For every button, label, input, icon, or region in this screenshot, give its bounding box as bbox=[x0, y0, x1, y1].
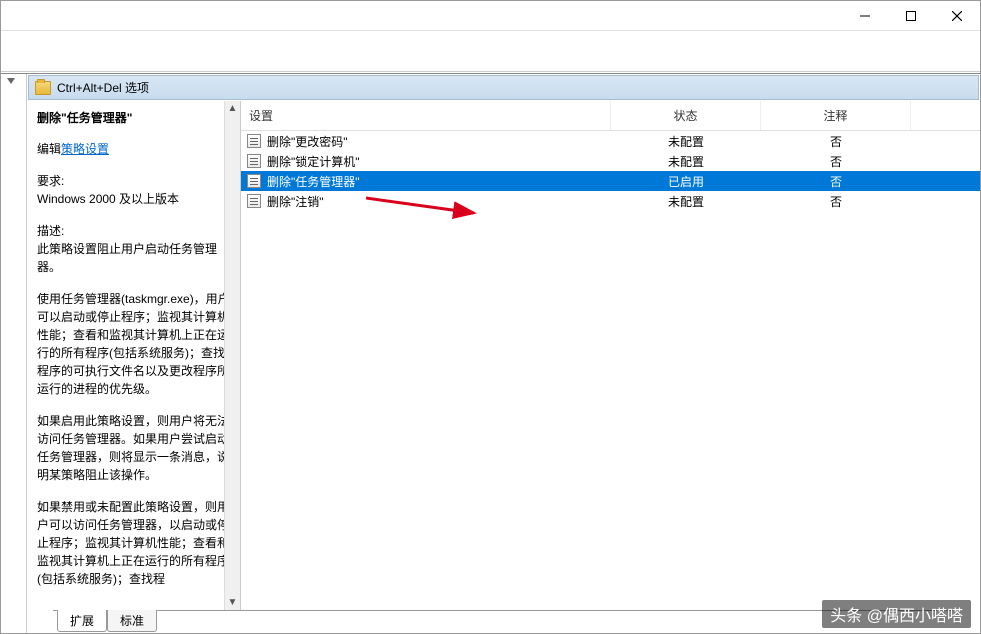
policy-row[interactable]: 删除"注销" 未配置否 bbox=[241, 191, 980, 211]
tab-extended[interactable]: 扩展 bbox=[57, 610, 107, 632]
policy-label: 删除"注销" bbox=[267, 193, 324, 210]
policy-list-pane: 设置 状态 注释 删除"更改密码"未配置否删除"锁定计算机"未配置否删除"任务管… bbox=[241, 101, 980, 610]
policy-row[interactable]: 删除"任务管理器" 已启用否 bbox=[241, 171, 980, 191]
col-state[interactable]: 状态 bbox=[611, 101, 761, 130]
content-area: Ctrl+Alt+Del 选项 删除"任务管理器" 编辑策略设置 要求: Win… bbox=[1, 73, 980, 633]
policy-note: 否 bbox=[761, 153, 911, 170]
col-note[interactable]: 注释 bbox=[761, 101, 911, 130]
policy-note: 否 bbox=[761, 133, 911, 150]
policy-title: 删除"任务管理器" bbox=[37, 109, 230, 126]
window-frame: Ctrl+Alt+Del 选项 删除"任务管理器" 编辑策略设置 要求: Win… bbox=[0, 0, 981, 634]
scroll-up-icon[interactable]: ▲ bbox=[228, 101, 238, 116]
policy-note: 否 bbox=[761, 193, 911, 210]
toolbar-area bbox=[1, 31, 980, 72]
policy-state: 已启用 bbox=[611, 173, 761, 190]
watermark: 头条 @偶西小嗒嗒 bbox=[822, 600, 971, 628]
scroll-down-icon[interactable]: ▼ bbox=[228, 595, 238, 610]
minimize-button[interactable] bbox=[842, 1, 888, 31]
policy-state: 未配置 bbox=[611, 153, 761, 170]
edit-label: 编辑 bbox=[37, 142, 61, 156]
edit-policy-link[interactable]: 策略设置 bbox=[61, 142, 109, 156]
description-p1: 此策略设置阻止用户启动任务管理器。 bbox=[37, 240, 230, 276]
policy-icon bbox=[247, 134, 261, 148]
policy-row[interactable]: 删除"更改密码" 未配置否 bbox=[241, 131, 980, 151]
description-p4: 如果禁用或未配置此策略设置，则用户可以访问任务管理器，以启动或停止程序；监视其计… bbox=[37, 498, 230, 588]
col-setting[interactable]: 设置 bbox=[241, 101, 611, 130]
close-button[interactable] bbox=[934, 1, 980, 31]
policy-label: 删除"任务管理器" bbox=[267, 173, 360, 190]
requirements-label: 要求: bbox=[37, 172, 230, 190]
policy-state: 未配置 bbox=[611, 133, 761, 150]
left-scrollbar[interactable]: ▲ ▼ bbox=[224, 101, 240, 610]
description-pane: 删除"任务管理器" 编辑策略设置 要求: Windows 2000 及以上版本 … bbox=[27, 101, 241, 610]
description-p3: 如果启用此策略设置，则用户将无法访问任务管理器。如果用户尝试启动任务管理器，则将… bbox=[37, 412, 230, 484]
rows-container: 删除"更改密码"未配置否删除"锁定计算机"未配置否删除"任务管理器"已启用否删除… bbox=[241, 131, 980, 211]
split-body: 删除"任务管理器" 编辑策略设置 要求: Windows 2000 及以上版本 … bbox=[27, 101, 980, 610]
policy-state: 未配置 bbox=[611, 193, 761, 210]
titlebar bbox=[1, 1, 980, 31]
description-p2: 使用任务管理器(taskmgr.exe)，用户可以启动或停止程序；监视其计算机性… bbox=[37, 290, 230, 398]
policy-icon bbox=[247, 174, 261, 188]
folder-icon bbox=[35, 81, 51, 95]
policy-icon bbox=[247, 154, 261, 168]
maximize-button[interactable] bbox=[888, 1, 934, 31]
requirements-text: Windows 2000 及以上版本 bbox=[37, 190, 230, 208]
panel-header: Ctrl+Alt+Del 选项 bbox=[28, 75, 979, 100]
column-headers: 设置 状态 注释 bbox=[241, 101, 980, 131]
description-label: 描述: bbox=[37, 222, 230, 240]
policy-label: 删除"更改密码" bbox=[267, 133, 348, 150]
main-panel: Ctrl+Alt+Del 选项 删除"任务管理器" 编辑策略设置 要求: Win… bbox=[27, 74, 980, 633]
policy-row[interactable]: 删除"锁定计算机" 未配置否 bbox=[241, 151, 980, 171]
policy-note: 否 bbox=[761, 173, 911, 190]
policy-icon bbox=[247, 194, 261, 208]
policy-label: 删除"锁定计算机" bbox=[267, 153, 360, 170]
tree-collapse-gutter[interactable] bbox=[1, 74, 27, 633]
tab-standard[interactable]: 标准 bbox=[107, 610, 157, 632]
panel-title: Ctrl+Alt+Del 选项 bbox=[57, 79, 149, 96]
